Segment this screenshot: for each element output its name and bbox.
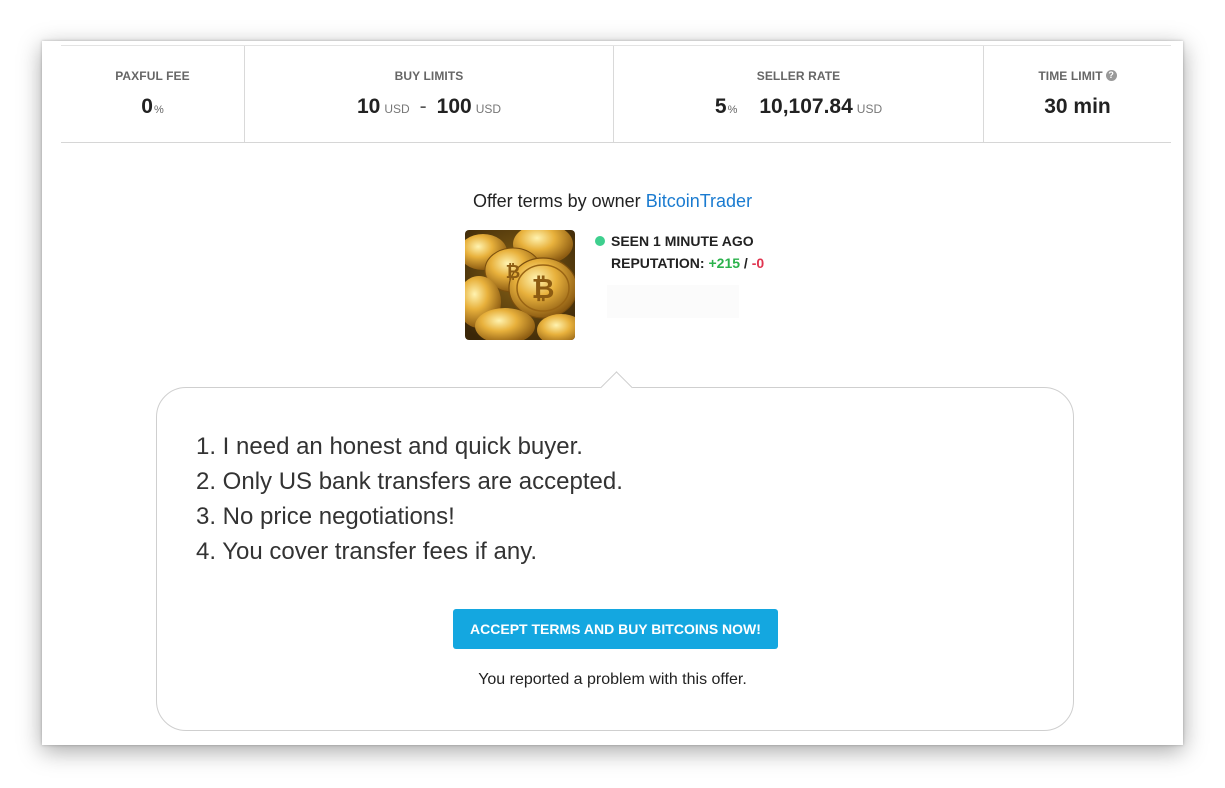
paxful-fee-percent: % xyxy=(153,104,164,116)
paxful-fee-value: 0% xyxy=(61,95,244,119)
seller-rate-label: SELLER RATE xyxy=(756,69,841,83)
bitcoin-coins-image: ₿ ₿ xyxy=(465,230,575,340)
buy-limits-stat: BUY LIMITS 10 USD -100 USD xyxy=(245,46,614,142)
time-limit-stat: TIME LIMIT? 30 min xyxy=(984,46,1171,142)
buy-limits-label: BUY LIMITS xyxy=(394,69,464,83)
term-item: 4. You cover transfer fees if any. xyxy=(196,538,538,565)
seller-rate-stat: SELLER RATE 5% 10,107.84 USD xyxy=(614,46,984,142)
report-message: You reported a problem with this offer. xyxy=(478,671,747,688)
buy-limit-min: 10 xyxy=(356,95,381,118)
reputation-line: REPUTATION: +215 / -0 xyxy=(611,255,764,271)
terms-list: 1. I need an honest and quick buyer. 2. … xyxy=(196,429,623,569)
term-item: 3. No price negotiations! xyxy=(196,503,455,530)
offer-stats-bar: PAXFUL FEE 0% BUY LIMITS 10 USD -100 USD SE… xyxy=(61,45,1171,143)
buy-limit-max-unit: USD xyxy=(475,102,502,116)
accept-terms-button[interactable]: ACCEPT TERMS AND BUY BITCOINS NOW! xyxy=(453,609,778,649)
term-item: 1. I need an honest and quick buyer. xyxy=(196,433,583,460)
time-limit-label: TIME LIMIT? xyxy=(984,69,1171,83)
badge-placeholder xyxy=(607,285,739,318)
reputation-positive: +215 xyxy=(708,255,741,271)
reputation-negative: -0 xyxy=(751,255,765,271)
reputation-separator: / xyxy=(743,255,748,271)
svg-text:₿: ₿ xyxy=(506,262,521,283)
seller-rate-value: 5% 10,107.84 USD xyxy=(614,95,983,119)
online-status-dot-icon xyxy=(595,236,605,247)
last-seen-status: SEEN 1 MINUTE AGO xyxy=(595,233,754,249)
buy-limit-min-unit: USD xyxy=(384,102,410,116)
paxful-fee-stat: PAXFUL FEE 0% xyxy=(61,46,245,142)
owner-avatar[interactable]: ₿ ₿ xyxy=(465,230,575,340)
seller-rate-percent: 5 xyxy=(714,95,727,118)
last-seen-text: SEEN 1 MINUTE AGO xyxy=(611,233,754,249)
seller-rate-percent-sign: % xyxy=(727,104,738,116)
reputation-label: REPUTATION: xyxy=(611,255,705,271)
paxful-fee-number: 0 xyxy=(141,95,153,118)
offer-terms-heading: Offer terms by owner BitcoinTrader xyxy=(42,191,1183,212)
time-limit-label-text: TIME LIMIT xyxy=(1038,69,1103,83)
offer-terms-prefix: Offer terms by owner xyxy=(472,191,641,211)
offer-window: PAXFUL FEE 0% BUY LIMITS 10 USD -100 USD SE… xyxy=(42,41,1183,745)
paxful-fee-label: PAXFUL FEE xyxy=(115,69,190,83)
buy-limit-separator: - xyxy=(419,95,427,118)
question-circle-icon[interactable]: ? xyxy=(1105,70,1117,82)
term-item: 2. Only US bank transfers are accepted. xyxy=(196,468,623,495)
seller-rate-unit: USD xyxy=(856,102,883,116)
svg-text:₿: ₿ xyxy=(532,272,555,305)
time-limit-value: 30 min xyxy=(1044,95,1111,118)
owner-name-link[interactable]: BitcoinTrader xyxy=(646,191,752,211)
buy-limit-max: 100 xyxy=(436,95,472,118)
seller-rate-price: 10,107.84 xyxy=(759,95,853,118)
buy-limits-value: 10 USD -100 USD xyxy=(245,95,613,119)
